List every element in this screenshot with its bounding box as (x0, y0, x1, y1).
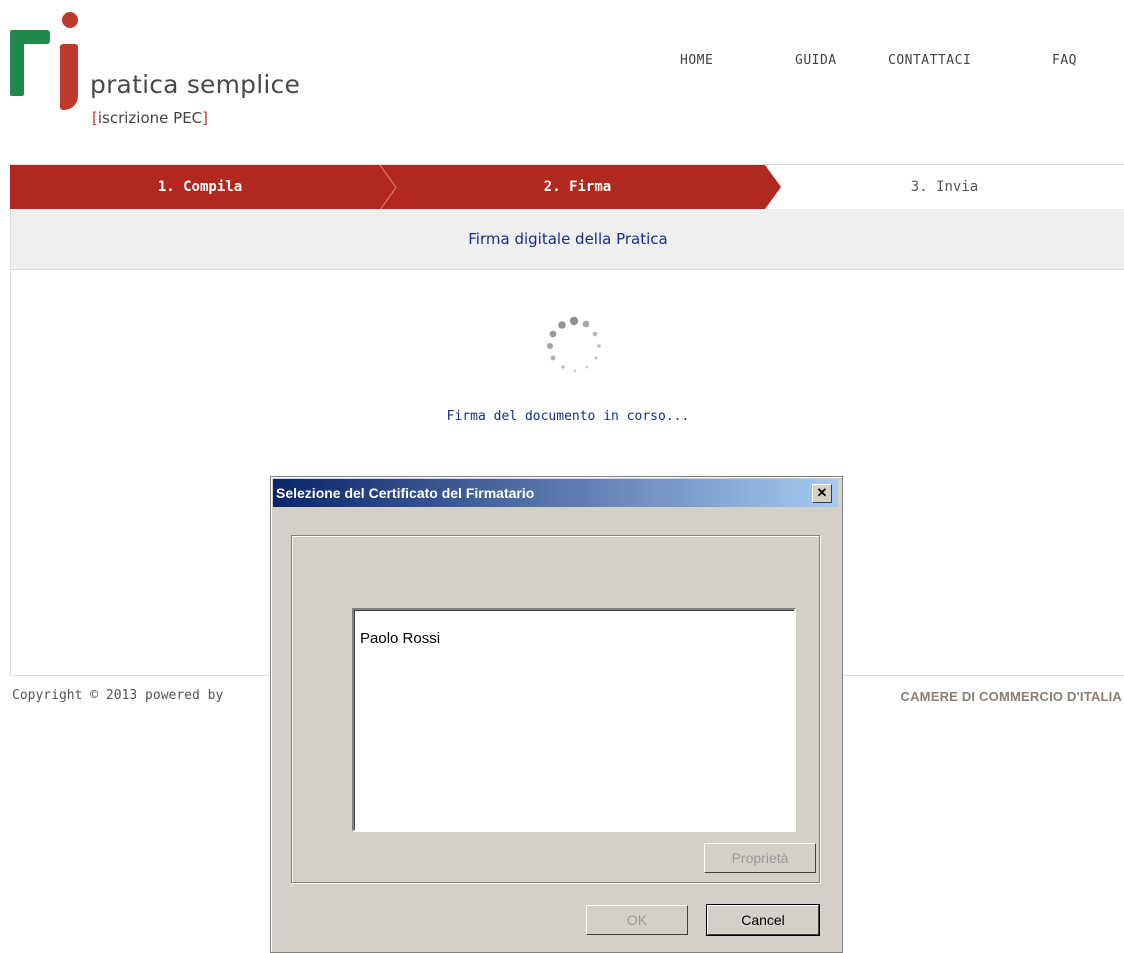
cancel-button[interactable]: Cancel (706, 904, 820, 936)
content-header: Firma digitale della Pratica (11, 209, 1124, 270)
step-separator (379, 165, 397, 210)
footer-copyright: Copyright © 2013 powered by (12, 688, 224, 703)
certificate-item[interactable]: Paolo Rossi (360, 630, 440, 647)
nav-guida-link[interactable]: GUIDA (795, 53, 837, 68)
certificate-list[interactable]: Paolo Rossi (352, 608, 796, 832)
loading-spinner-icon (547, 316, 601, 373)
signing-status-text: Firma del documento in corso... (446, 409, 690, 424)
logo-name: pratica semplice (90, 70, 301, 99)
logo-dot (62, 12, 78, 28)
progress-steps: 1. Compila 2. Firma 3. Invia (10, 164, 1124, 210)
logo-red-bar (60, 44, 78, 110)
properties-button[interactable]: Proprietà (704, 843, 816, 873)
logo-subtitle: [iscrizione PEC] (92, 109, 209, 127)
ok-button[interactable]: OK (586, 905, 688, 935)
certificate-group: Paolo Rossi Proprietà (291, 535, 820, 883)
certificate-dialog: Selezione del Certificato del Firmatario… (270, 476, 843, 953)
site-logo[interactable]: pratica semplice [iscrizione PEC] (10, 12, 330, 132)
step-arrow (765, 165, 781, 209)
nav-faq-link[interactable]: FAQ (1052, 53, 1077, 68)
dialog-titlebar[interactable]: Selezione del Certificato del Firmatario… (273, 479, 838, 507)
logo-green-bar (10, 30, 24, 96)
dialog-title: Selezione del Certificato del Firmatario (276, 485, 535, 501)
close-icon[interactable]: ✕ (812, 484, 832, 503)
footer-brand: CAMERE DI COMMERCIO D'ITALIA (900, 689, 1122, 704)
step-compila: 1. Compila (10, 165, 390, 210)
nav-home-link[interactable]: HOME (680, 53, 713, 68)
nav-contattaci-link[interactable]: CONTATTACI (888, 53, 971, 68)
step-invia: 3. Invia (765, 165, 1124, 210)
step-firma: 2. Firma (390, 165, 765, 210)
